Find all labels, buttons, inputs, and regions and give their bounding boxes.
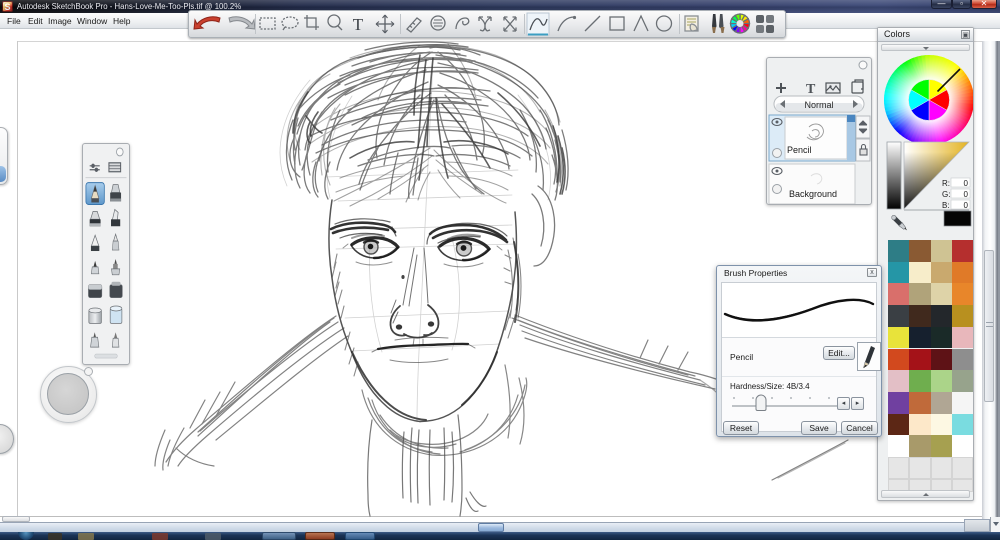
svg-text:Pencil: Pencil bbox=[787, 145, 812, 155]
svg-text:0: 0 bbox=[964, 179, 969, 188]
svg-text:Background: Background bbox=[789, 189, 837, 199]
svg-text:R:: R: bbox=[942, 179, 950, 188]
svg-text:G:: G: bbox=[942, 190, 950, 199]
svg-text:0: 0 bbox=[964, 201, 969, 210]
svg-text:Normal: Normal bbox=[804, 100, 833, 110]
svg-text:T: T bbox=[353, 15, 364, 34]
svg-text:T: T bbox=[806, 82, 816, 97]
svg-text:0: 0 bbox=[964, 190, 969, 199]
svg-text:B:: B: bbox=[942, 201, 950, 210]
